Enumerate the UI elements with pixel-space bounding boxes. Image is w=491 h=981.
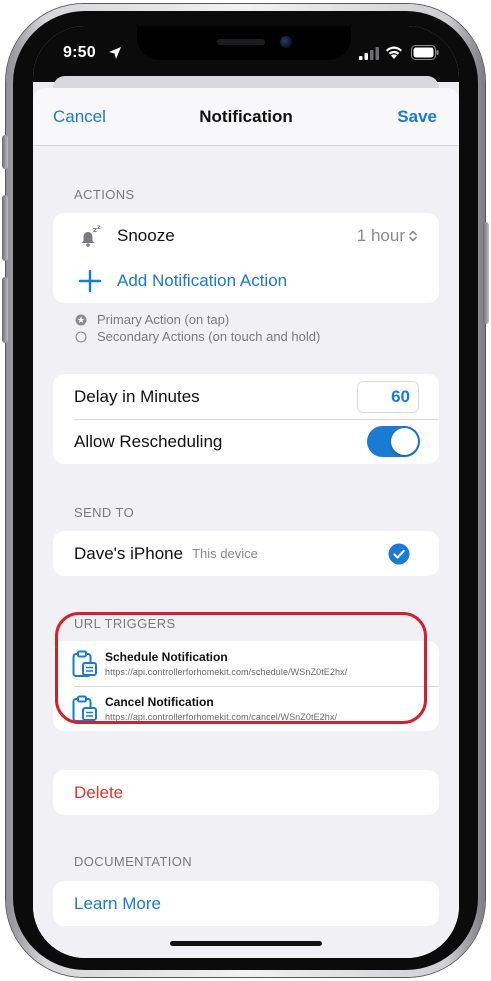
empty-circle-icon <box>75 330 87 343</box>
chevron-up-down-icon <box>409 230 417 241</box>
row-separator <box>74 419 439 420</box>
rescheduling-toggle[interactable] <box>367 426 420 457</box>
nav-bar: Cancel Notification Save <box>33 88 459 146</box>
url-trigger-text: Schedule Notification https://api.contro… <box>105 650 347 677</box>
action-type-legend: Primary Action (on tap) Secondary Action… <box>75 311 320 345</box>
checkmark-circle-icon <box>388 543 410 564</box>
add-notification-action-label: Add Notification Action <box>117 270 288 290</box>
notch <box>137 26 351 60</box>
notification-sheet: Cancel Notification Save ACTIONS z z Sno… <box>33 88 459 958</box>
volume-up-button <box>2 195 8 261</box>
cancel-button[interactable]: Cancel <box>53 107 106 127</box>
bell-zzz-icon: z z <box>81 224 101 247</box>
url-trigger-link: https://api.controllerforhomekit.com/can… <box>105 712 338 722</box>
silent-switch <box>2 135 8 169</box>
clipboard-icon <box>72 650 97 677</box>
device-row[interactable]: Dave's iPhone This device <box>53 531 439 576</box>
snooze-duration-value: 1 hour <box>356 225 405 245</box>
secondary-action-label: Secondary Actions (on touch and hold) <box>97 329 321 344</box>
snooze-duration-picker[interactable]: 1 hour <box>357 226 418 246</box>
section-header-send-to: SEND TO <box>74 505 135 520</box>
svg-text:z: z <box>97 224 101 231</box>
url-trigger-text: Cancel Notification https://api.controll… <box>105 695 337 722</box>
documentation-group: Learn More <box>53 881 439 926</box>
delay-label: Delay in Minutes <box>74 386 200 406</box>
save-button[interactable]: Save <box>397 107 437 127</box>
screen: 9:50 Cancel Notification Save ACTIONS z … <box>33 26 459 958</box>
add-notification-action-button[interactable]: Add Notification Action <box>53 258 439 303</box>
delay-minutes-input[interactable] <box>357 381 419 413</box>
speaker-grill <box>217 39 265 45</box>
url-trigger-link: https://api.controllerforhomekit.com/sch… <box>105 667 348 677</box>
delete-button[interactable]: Delete <box>53 770 439 815</box>
wifi-icon <box>386 46 402 59</box>
location-arrow-icon <box>109 47 121 59</box>
url-trigger-row[interactable]: Cancel Notification https://api.controll… <box>53 686 439 731</box>
device-name: Dave's iPhone <box>74 543 184 563</box>
power-button <box>483 222 489 324</box>
volume-down-button <box>2 277 8 343</box>
status-bar: 9:50 <box>33 26 459 82</box>
secondary-action-option: Secondary Actions (on touch and hold) <box>75 328 320 345</box>
delete-group: Delete <box>53 770 439 815</box>
battery-icon <box>411 45 439 60</box>
status-time: 9:50 <box>63 44 96 61</box>
url-trigger-title: Schedule Notification <box>105 650 228 664</box>
url-trigger-row[interactable]: Schedule Notification https://api.contro… <box>53 641 439 686</box>
learn-more-link[interactable]: Learn More <box>53 881 439 926</box>
device-subtitle: This device <box>192 546 258 561</box>
rescheduling-row: Allow Rescheduling <box>53 419 439 464</box>
url-trigger-title: Cancel Notification <box>105 695 214 709</box>
home-indicator[interactable] <box>170 941 322 946</box>
clipboard-icon <box>72 695 97 722</box>
snooze-label: Snooze <box>117 225 175 245</box>
actions-group: z z Snooze 1 hour Add Notification Actio… <box>53 213 439 303</box>
toggle-knob <box>391 428 418 455</box>
delay-group: Delay in Minutes Allow Rescheduling <box>53 374 439 464</box>
plus-icon <box>79 269 101 292</box>
primary-action-label: Primary Action (on tap) <box>97 312 230 327</box>
section-header-documentation: DOCUMENTATION <box>74 854 193 869</box>
section-header-url-triggers: URL TRIGGERS <box>74 616 176 631</box>
rescheduling-label: Allow Rescheduling <box>74 431 223 451</box>
primary-action-option: Primary Action (on tap) <box>75 311 320 328</box>
row-separator <box>74 686 439 687</box>
signal-icon <box>359 47 379 60</box>
url-triggers-group: Schedule Notification https://api.contro… <box>53 641 439 731</box>
star-circle-icon <box>75 314 87 325</box>
section-header-actions: ACTIONS <box>74 187 135 202</box>
send-to-group: Dave's iPhone This device <box>53 531 439 576</box>
snooze-row[interactable]: z z Snooze 1 hour <box>53 213 439 258</box>
front-camera <box>280 36 292 48</box>
delay-row: Delay in Minutes <box>53 374 439 419</box>
